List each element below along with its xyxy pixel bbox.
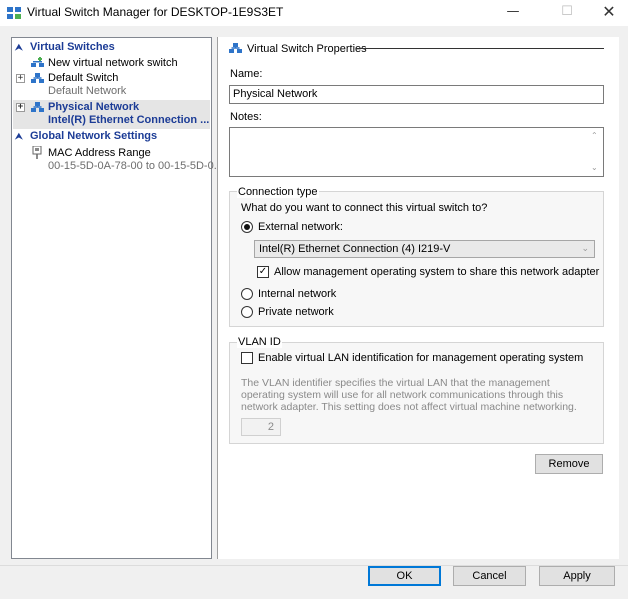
switch-manager-icon — [7, 7, 21, 19]
switch-tree[interactable]: ⮝ Virtual Switches New virtual network s… — [11, 37, 223, 559]
section-divider — [356, 48, 604, 49]
tree-item-sub-adapter: Intel(R) Ethernet Connection ... — [48, 114, 210, 126]
collapse-chevron-icon[interactable]: ⮝ — [15, 131, 25, 141]
expand-icon[interactable]: + — [16, 103, 25, 112]
tree-item-sub-default-network: Default Network — [48, 85, 127, 97]
notes-label: Notes: — [230, 111, 262, 123]
scroll-up-icon[interactable]: ⌃ — [591, 131, 598, 140]
enable-vlan-checkbox[interactable] — [241, 352, 253, 364]
connection-type-title: Connection type — [237, 186, 319, 198]
title-bar: Virtual Switch Manager for DESKTOP-1E9S3… — [0, 0, 628, 26]
window-title: Virtual Switch Manager for DESKTOP-1E9S3… — [27, 5, 284, 19]
network-switch-icon — [229, 43, 242, 53]
name-input[interactable]: Physical Network — [229, 85, 604, 104]
adapter-select-value: Intel(R) Ethernet Connection (4) I219-V — [259, 243, 451, 255]
network-switch-icon — [31, 73, 44, 83]
tree-item-label: Default Switch — [48, 72, 119, 84]
network-adapter-icon — [32, 146, 42, 159]
minimize-button[interactable]: — — [490, 0, 536, 26]
external-network-radio[interactable] — [241, 221, 253, 233]
remove-button[interactable]: Remove — [535, 454, 603, 474]
apply-button[interactable]: Apply — [539, 566, 615, 586]
enable-vlan-label: Enable virtual LAN identification for ma… — [258, 352, 584, 364]
notes-textarea[interactable] — [229, 127, 604, 177]
internal-network-radio[interactable] — [241, 288, 253, 300]
expand-icon[interactable]: + — [16, 74, 25, 83]
cancel-button[interactable]: Cancel — [453, 566, 526, 586]
network-switch-icon — [31, 102, 44, 112]
close-button[interactable]: ✕ — [586, 0, 628, 26]
new-switch-icon — [31, 57, 44, 67]
tree-header-label: Virtual Switches — [30, 41, 115, 53]
name-label: Name: — [230, 68, 263, 80]
internal-network-label: Internal network — [258, 288, 337, 300]
vlan-id-input[interactable]: 2 — [241, 418, 281, 436]
footer-separator — [0, 565, 628, 566]
chevron-down-icon: ⌄ — [581, 243, 589, 253]
external-network-label: External network: — [258, 221, 343, 233]
tree-header-label: Global Network Settings — [30, 130, 158, 142]
private-network-radio[interactable] — [241, 306, 253, 318]
tree-item-label: New virtual network switch — [48, 57, 178, 69]
allow-mgmt-label: Allow management operating system to sha… — [274, 266, 600, 278]
collapse-chevron-icon[interactable]: ⮝ — [15, 42, 25, 52]
tree-item-label: MAC Address Range — [48, 147, 151, 159]
allow-mgmt-checkbox[interactable]: ✓ — [257, 266, 269, 278]
vlan-description: The VLAN identifier specifies the virtua… — [241, 377, 577, 413]
vlan-title: VLAN ID — [237, 336, 282, 348]
connection-question: What do you want to connect this virtual… — [241, 202, 488, 214]
ok-button[interactable]: OK — [368, 566, 441, 586]
maximize-button[interactable]: ☐ — [544, 0, 590, 26]
scroll-down-icon[interactable]: ⌄ — [591, 163, 598, 172]
adapter-select[interactable]: Intel(R) Ethernet Connection (4) I219-V … — [254, 240, 595, 258]
section-title: Virtual Switch Properties — [247, 43, 367, 55]
tree-item-label: Physical Network — [48, 101, 140, 113]
private-network-label: Private network — [258, 306, 334, 318]
tree-item-sub-mac: 00-15-5D-0A-78-00 to 00-15-5D-0... — [48, 160, 223, 172]
